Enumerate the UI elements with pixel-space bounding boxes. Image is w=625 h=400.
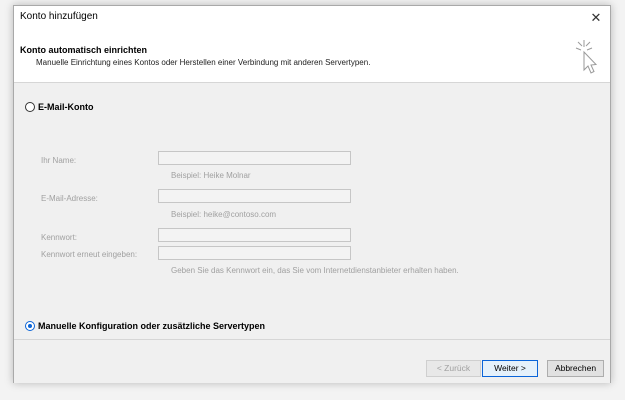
header-subtitle: Manuelle Einrichtung eines Kontos oder H… — [36, 58, 371, 67]
dialog-body: E-Mail-Konto Ihr Name: Beispiel: Heike M… — [14, 83, 610, 339]
email-account-radio[interactable] — [25, 102, 35, 112]
password-label: Kennwort: — [41, 233, 78, 242]
password-repeat-label: Kennwort erneut eingeben: — [41, 250, 138, 259]
name-hint: Beispiel: Heike Molnar — [171, 171, 251, 180]
close-button[interactable]: ✕ — [586, 8, 606, 28]
dialog-footer: < Zurück Weiter > Abbrechen — [14, 340, 610, 383]
password-hint: Geben Sie das Kennwort ein, das Sie vom … — [171, 266, 459, 275]
window-title: Konto hinzufügen — [20, 11, 98, 22]
password-repeat-input[interactable] — [158, 246, 351, 260]
manual-config-radio[interactable] — [25, 321, 35, 331]
email-label: E-Mail-Adresse: — [41, 194, 98, 203]
cancel-button[interactable]: Abbrechen — [547, 360, 604, 377]
cursor-click-icon — [575, 40, 598, 74]
password-input[interactable] — [158, 228, 351, 242]
name-label: Ihr Name: — [41, 156, 77, 165]
email-input[interactable] — [158, 189, 351, 203]
email-account-option[interactable]: E-Mail-Konto — [25, 102, 94, 112]
next-button[interactable]: Weiter > — [482, 360, 538, 377]
name-input[interactable] — [158, 151, 351, 165]
dialog-header: Konto automatisch einrichten Manuelle Ei… — [14, 30, 610, 83]
back-button[interactable]: < Zurück — [426, 360, 481, 377]
manual-config-label: Manuelle Konfiguration oder zusätzliche … — [38, 321, 266, 331]
email-hint: Beispiel: heike@contoso.com — [171, 210, 277, 219]
add-account-dialog: Konto hinzufügen ✕ Konto automatisch ein… — [13, 5, 611, 383]
email-account-label: E-Mail-Konto — [38, 102, 94, 112]
title-bar: Konto hinzufügen ✕ — [14, 6, 610, 30]
header-title: Konto automatisch einrichten — [20, 45, 148, 55]
manual-config-option[interactable]: Manuelle Konfiguration oder zusätzliche … — [25, 321, 265, 331]
